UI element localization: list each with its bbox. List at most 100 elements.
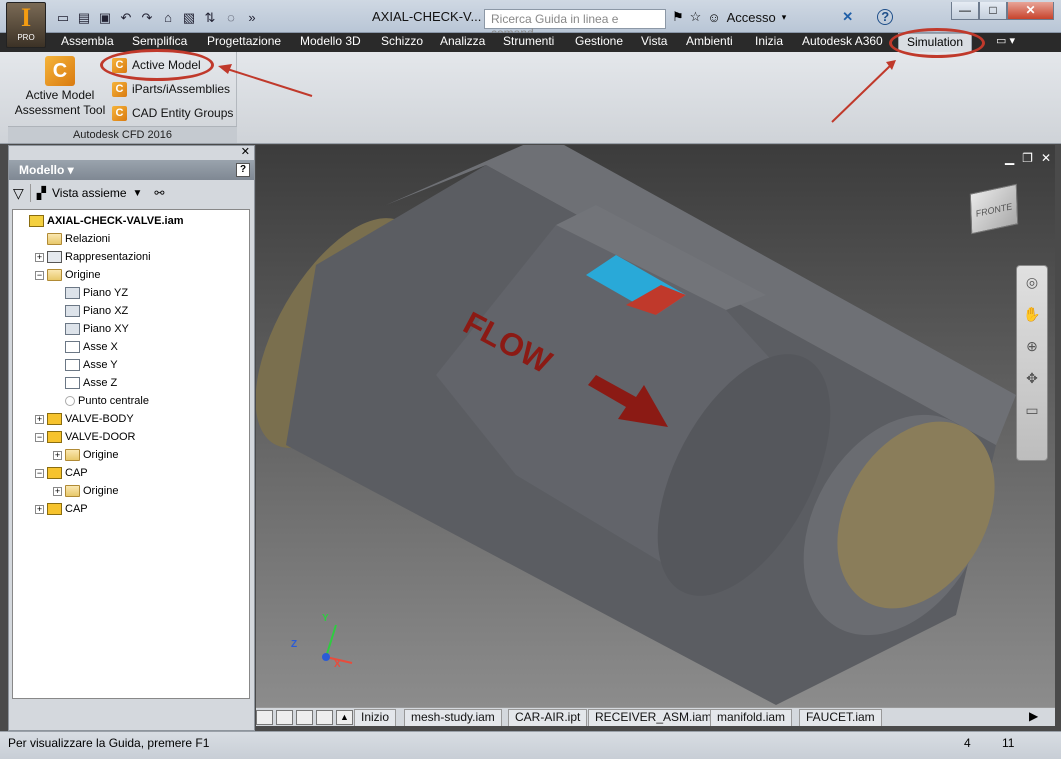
undo-icon[interactable]: ↶ [117,9,135,27]
close-window-button[interactable]: ✕ [1007,2,1054,20]
tree-item[interactable]: + Origine [53,482,118,500]
tree-item[interactable]: Asse Y [53,356,118,374]
model-3d-view[interactable]: FLOW [256,145,1055,707]
tree-item[interactable]: Relazioni [35,230,110,248]
tree-item[interactable]: Asse X [53,338,118,356]
pan-hand-icon[interactable]: ✋ [1017,298,1047,330]
doc-tab-manifold[interactable]: manifold.iam [710,709,793,726]
user-icon[interactable]: ☺ [707,10,720,25]
cad-entity-groups-label: CAD Entity Groups [132,106,234,120]
tree-expander-icon[interactable]: + [53,450,62,460]
tree-expander-icon[interactable]: + [53,486,62,496]
tree-item[interactable]: − Origine [35,266,100,284]
tile-layout-icon[interactable] [276,710,293,725]
communication-center-icon[interactable]: ⚑ [672,9,684,25]
view-selector[interactable]: Vista assieme [52,186,126,200]
tree-item[interactable]: Piano XZ [53,302,128,320]
browser-close-icon[interactable]: ✕ [9,146,254,160]
cascade-layout-icon[interactable] [256,710,273,725]
home-icon[interactable]: ⌂ [159,9,177,27]
tree-expander-icon[interactable]: − [35,270,44,280]
tree-item[interactable]: AXIAL-CHECK-VALVE.iam [17,212,184,230]
help-button[interactable]: ? [877,9,894,25]
browser-header[interactable]: Modello ▾ ? [9,160,254,180]
doc-tab-mesh-study[interactable]: mesh-study.iam [404,709,502,726]
doc-tab-inizio[interactable]: Inizio [354,709,397,726]
plane-icon [65,305,80,317]
tree-item[interactable]: + VALVE-BODY [35,410,134,428]
favorites-star-icon[interactable]: ☆ [690,9,702,25]
chevron-down-icon[interactable]: ▼ [133,188,143,199]
tree-expander-icon[interactable]: + [35,252,44,262]
tree-item[interactable]: + CAP [35,500,88,518]
part-icon [47,467,62,479]
annotation-ellipse-simulation [889,28,985,58]
tab-modello-3d[interactable]: Modello 3D [300,33,361,52]
tree-item[interactable]: Punto centrale [53,392,149,410]
tab-autodesk-a360[interactable]: Autodesk A360 [802,33,883,52]
help-search-input[interactable]: Ricerca Guida in linea e comand [484,9,666,40]
viewcube[interactable]: FRONTE [969,183,1019,235]
tree-expander-icon[interactable]: + [35,414,44,424]
viewport-close-icon[interactable]: ✕ [1041,151,1051,165]
tree-item[interactable]: Asse Z [53,374,117,392]
tab-menu-icon[interactable]: ▲ [336,710,353,725]
maximize-button[interactable]: □ [979,2,1007,20]
tree-item[interactable]: Piano XY [53,320,129,338]
tab-scroll-right-icon[interactable]: ▶ [1029,709,1038,723]
cfd-icon: C [45,56,75,86]
tree-expander-icon[interactable]: − [35,468,44,478]
vertical-layout-icon[interactable] [316,710,333,725]
redo-icon[interactable]: ↷ [138,9,156,27]
zoom-icon[interactable]: ⊕ [1017,330,1047,362]
tab-assembla[interactable]: Assembla [61,33,114,52]
horizontal-layout-icon[interactable] [296,710,313,725]
dropdown-arrow-icon[interactable]: ▾ [782,12,787,23]
update-icon[interactable]: ⇅ [201,9,219,27]
doc-tab-car-air[interactable]: CAR-AIR.ipt [508,709,588,726]
cad-entity-groups-button[interactable]: C CAD Entity Groups [112,103,233,123]
find-binoculars-icon[interactable]: ⚯ [154,186,164,200]
exchange-apps-icon[interactable]: ✕ [842,9,853,25]
graphics-viewport[interactable]: FLOW Y X Z ▁ ❐ ✕ FRONTE ◎ ✋ ⊕ ✥ ▭ [256,145,1055,707]
look-at-icon[interactable]: ▭ [1017,394,1047,426]
new-file-icon[interactable]: ▭ [54,9,72,27]
ribbon-display-options-icon[interactable]: ▭ ▾ [996,33,1015,52]
viewport-restore-icon[interactable]: ❐ [1022,151,1033,165]
select-icon[interactable]: ◌ [222,9,240,27]
image-icon[interactable]: ▧ [180,9,198,27]
tool-label-line1: Active Model [25,88,95,102]
application-menu-button[interactable]: I PRO [6,2,46,48]
tree-item[interactable]: + Origine [53,446,118,464]
tree-item[interactable]: − VALVE-DOOR [35,428,136,446]
tab-analizza[interactable]: Analizza [440,33,485,52]
more-commands-icon[interactable]: » [243,9,261,27]
tree-expander-icon[interactable]: − [35,432,44,442]
tab-progettazione[interactable]: Progettazione [207,33,281,52]
orbit-icon[interactable]: ✥ [1017,362,1047,394]
viewport-minimize-icon[interactable]: ▁ [1005,151,1014,165]
minimize-button[interactable]: — [951,2,979,20]
filter-icon[interactable]: ▽ [13,185,24,202]
tab-vista[interactable]: Vista [641,33,667,52]
tab-ambienti[interactable]: Ambienti [686,33,733,52]
tree-expander-icon[interactable]: + [35,504,44,514]
tab-strumenti[interactable]: Strumenti [503,33,554,52]
tab-schizzo[interactable]: Schizzo [381,33,423,52]
save-icon[interactable]: ▣ [96,9,114,27]
tab-gestione[interactable]: Gestione [575,33,623,52]
signin-label[interactable]: Accesso [727,10,776,25]
active-model-assessment-tool-button[interactable]: C Active Model Assessment Tool [12,56,108,118]
steering-wheel-icon[interactable]: ◎ [1017,266,1047,298]
tree-item[interactable]: − CAP [35,464,88,482]
tab-inizia[interactable]: Inizia [755,33,783,52]
tree-item-label: Origine [83,449,119,461]
tree-item[interactable]: + Rappresentazioni [35,248,151,266]
help-icon[interactable]: ? [236,163,250,177]
tree-item[interactable]: Piano YZ [53,284,128,302]
iparts-iassemblies-button[interactable]: CiParts/iAssemblies [112,79,230,99]
tree-item-label: Rappresentazioni [65,251,151,263]
doc-tab-faucet[interactable]: FAUCET.iam [799,709,882,726]
doc-tab-receiver-asm[interactable]: RECEIVER_ASM.iam [588,709,719,726]
open-folder-icon[interactable]: ▤ [75,9,93,27]
